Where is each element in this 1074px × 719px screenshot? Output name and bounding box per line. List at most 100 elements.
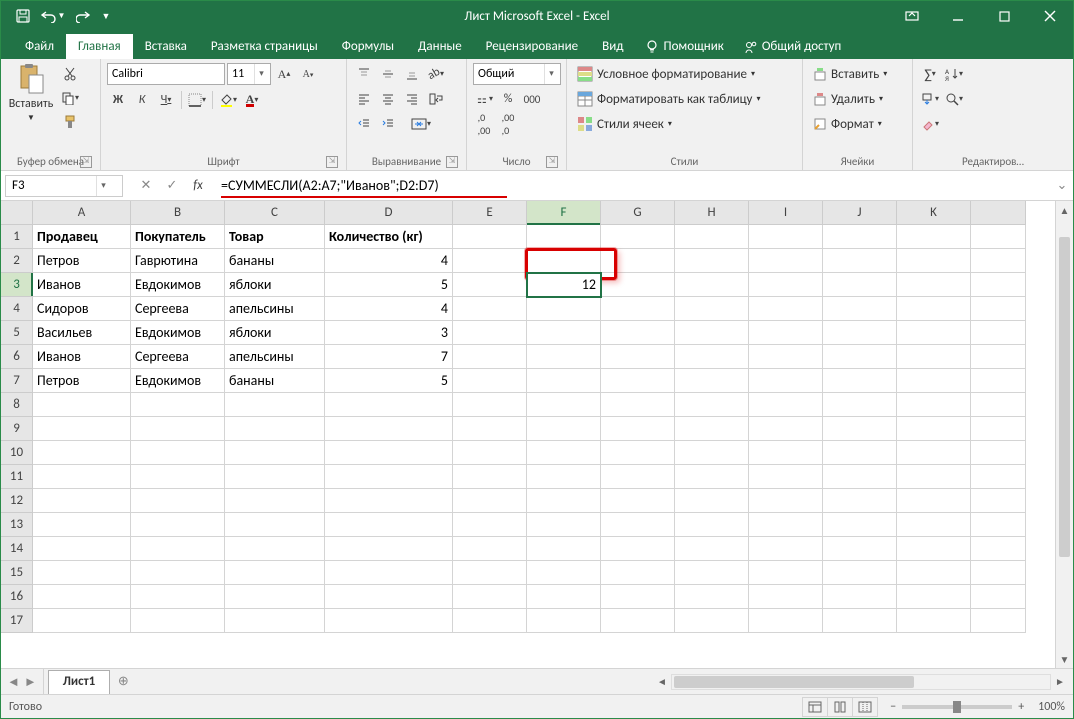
cell[interactable]: 4 xyxy=(325,249,453,273)
tab-home[interactable]: Главная xyxy=(66,34,133,59)
cell[interactable]: Сергеева xyxy=(131,297,225,321)
column-header[interactable]: D xyxy=(325,201,453,225)
cell[interactable] xyxy=(749,225,823,249)
cell[interactable] xyxy=(325,561,453,585)
percent-button[interactable]: % xyxy=(497,88,519,110)
row-header[interactable]: 17 xyxy=(1,609,33,633)
row-header[interactable]: 14 xyxy=(1,537,33,561)
cell[interactable] xyxy=(823,249,897,273)
cell-styles-button[interactable]: Стили ячеек▾ xyxy=(573,113,764,135)
cell[interactable] xyxy=(749,561,823,585)
column-header[interactable]: F xyxy=(527,201,601,225)
cell[interactable] xyxy=(749,465,823,489)
cell[interactable] xyxy=(897,249,971,273)
row-header[interactable]: 8 xyxy=(1,393,33,417)
cell[interactable] xyxy=(823,585,897,609)
cell[interactable] xyxy=(325,537,453,561)
cell[interactable] xyxy=(601,441,675,465)
conditional-formatting-button[interactable]: Условное форматирование▾ xyxy=(573,63,764,85)
cell[interactable] xyxy=(33,585,131,609)
cell[interactable] xyxy=(897,609,971,633)
cell[interactable] xyxy=(823,537,897,561)
zoom-level[interactable]: 100% xyxy=(1038,700,1065,714)
number-format-input[interactable] xyxy=(474,67,544,81)
tab-file[interactable]: Файл xyxy=(13,34,66,59)
cell[interactable] xyxy=(823,513,897,537)
cell[interactable] xyxy=(527,249,601,273)
number-dialog-launcher[interactable]: ⇲ xyxy=(546,156,558,168)
cell[interactable] xyxy=(225,393,325,417)
increase-decimal-button[interactable]: ,0,00 xyxy=(473,113,495,135)
row-header[interactable]: 2 xyxy=(1,249,33,273)
cell[interactable] xyxy=(527,417,601,441)
cell[interactable] xyxy=(601,321,675,345)
cell[interactable] xyxy=(823,465,897,489)
merge-center-button[interactable]: ▾ xyxy=(401,113,441,135)
increase-indent-button[interactable] xyxy=(377,113,399,135)
column-header[interactable]: B xyxy=(131,201,225,225)
align-bottom-button[interactable] xyxy=(401,63,423,85)
cell[interactable] xyxy=(897,465,971,489)
cell[interactable]: Гаврютина xyxy=(131,249,225,273)
cell[interactable] xyxy=(749,441,823,465)
accounting-format-button[interactable]: ⚏▾ xyxy=(473,88,495,110)
close-button[interactable] xyxy=(1027,1,1073,31)
vertical-scrollbar[interactable]: ▲ ▼ xyxy=(1055,201,1073,668)
select-all-corner[interactable] xyxy=(1,201,33,225)
name-box-dropdown[interactable]: ▾ xyxy=(96,176,110,196)
cell[interactable] xyxy=(971,249,1026,273)
maximize-button[interactable] xyxy=(981,1,1027,31)
cell[interactable] xyxy=(749,609,823,633)
insert-cells-button[interactable]: Вставить▾ xyxy=(809,63,891,85)
sort-filter-button[interactable]: AЯ▾ xyxy=(943,63,965,85)
cell[interactable] xyxy=(601,249,675,273)
format-painter-button[interactable] xyxy=(59,111,81,133)
cell[interactable] xyxy=(225,489,325,513)
cell[interactable] xyxy=(675,393,749,417)
cell[interactable] xyxy=(325,585,453,609)
cell[interactable] xyxy=(823,441,897,465)
cell[interactable]: Евдокимов xyxy=(131,321,225,345)
cell[interactable] xyxy=(527,225,601,249)
cell[interactable] xyxy=(601,225,675,249)
cell[interactable] xyxy=(33,441,131,465)
cell[interactable] xyxy=(453,249,527,273)
cell[interactable]: Сергеева xyxy=(131,345,225,369)
cell[interactable] xyxy=(601,297,675,321)
align-left-button[interactable] xyxy=(353,88,375,110)
cell[interactable] xyxy=(33,417,131,441)
font-size-combo[interactable]: ▾ xyxy=(227,63,271,85)
cell[interactable] xyxy=(971,585,1026,609)
row-header[interactable]: 4 xyxy=(1,297,33,321)
cell[interactable] xyxy=(897,489,971,513)
cell[interactable]: Покупатель xyxy=(131,225,225,249)
cell[interactable] xyxy=(33,609,131,633)
cell[interactable] xyxy=(527,297,601,321)
sheet-tab-active[interactable]: Лист1 xyxy=(48,670,111,694)
cell[interactable] xyxy=(131,609,225,633)
row-header[interactable]: 16 xyxy=(1,585,33,609)
tab-formulas[interactable]: Формулы xyxy=(330,34,406,59)
cell[interactable]: Продавец xyxy=(33,225,131,249)
cell[interactable] xyxy=(225,465,325,489)
cell[interactable] xyxy=(749,585,823,609)
column-header[interactable]: J xyxy=(823,201,897,225)
alignment-dialog-launcher[interactable]: ⇲ xyxy=(446,156,458,168)
cell[interactable] xyxy=(325,609,453,633)
cell[interactable] xyxy=(453,513,527,537)
cell[interactable] xyxy=(453,345,527,369)
clipboard-dialog-launcher[interactable]: ⇲ xyxy=(80,156,92,168)
cell[interactable] xyxy=(527,321,601,345)
cell[interactable]: 7 xyxy=(325,345,453,369)
cell[interactable] xyxy=(601,417,675,441)
row-header[interactable]: 11 xyxy=(1,465,33,489)
cell[interactable] xyxy=(971,297,1026,321)
cell[interactable] xyxy=(601,369,675,393)
cell[interactable] xyxy=(225,537,325,561)
orientation-button[interactable]: ab▾ xyxy=(425,63,447,85)
row-header[interactable]: 1 xyxy=(1,225,33,249)
cell[interactable]: апельсины xyxy=(225,297,325,321)
cell[interactable]: 12 xyxy=(527,273,601,297)
bold-button[interactable]: Ж xyxy=(107,89,129,111)
cell[interactable] xyxy=(675,273,749,297)
